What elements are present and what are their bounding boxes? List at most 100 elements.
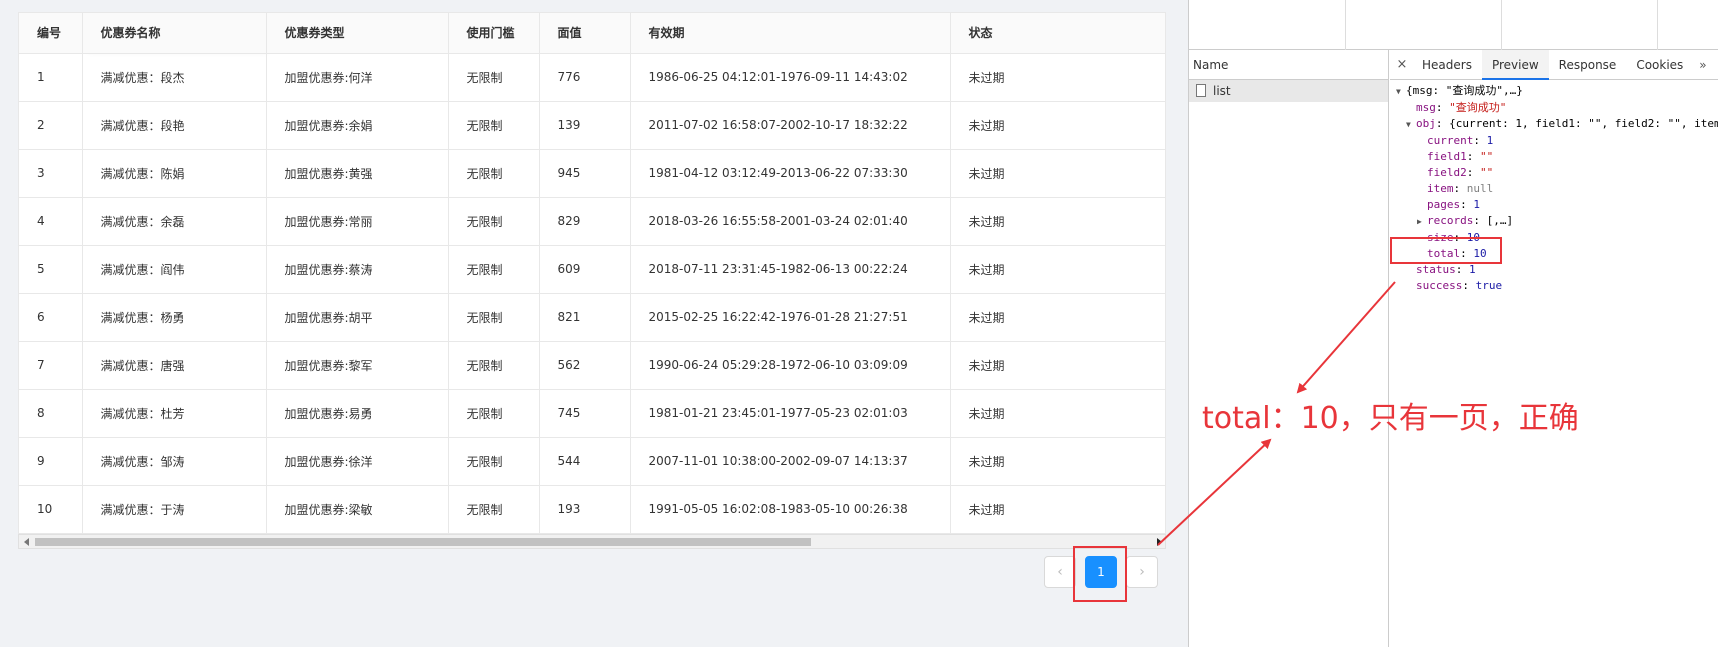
cell-threshold: 无限制 — [448, 293, 540, 342]
table-row[interactable]: 1 满减优惠：段杰 加盟优惠券:何洋 无限制 776 1986-06-25 04:12:0… — [19, 53, 1165, 102]
cell-coupon-name: 满减优惠：邹涛 — [82, 437, 267, 486]
table-row[interactable]: 8 满减优惠：杜芳 加盟优惠券:易勇 无限制 745 1981-01-21 23:45:0… — [19, 389, 1165, 438]
request-detail: × Headers Preview Response Cookies » ▼ {m… — [1390, 49, 1718, 647]
cell-coupon-type: 加盟优惠券:余娟 — [266, 101, 449, 150]
cell-threshold: 无限制 — [448, 341, 540, 390]
table-row[interactable]: 7 满减优惠：唐强 加盟优惠券:黎军 无限制 562 1990-06-24 05:29:2… — [19, 341, 1165, 390]
cell-validity: 1981-01-21 23:45:01-1977-05-23 02:01:03 — [630, 389, 951, 438]
cell-coupon-name: 满减优惠：余磊 — [82, 197, 267, 246]
cell-face-value: 745 — [539, 389, 631, 438]
table-header-row: 编号 优惠券名称 优惠券类型 使用门槛 面值 有效期 状态 — [19, 13, 1165, 54]
request-list: Name list — [1189, 50, 1389, 647]
header-validity: 有效期 — [630, 13, 951, 54]
cell-face-value: 609 — [539, 245, 631, 294]
cell-coupon-type: 加盟优惠券:易勇 — [266, 389, 449, 438]
cell-validity: 2018-03-26 16:55:58-2001-03-24 02:01:40 — [630, 197, 951, 246]
cell-status: 未过期 — [950, 53, 1165, 102]
pagination-highlight-box — [1073, 546, 1127, 602]
cell-id: 6 — [19, 293, 83, 342]
scrollbar-thumb[interactable] — [35, 538, 811, 546]
cell-face-value: 821 — [539, 293, 631, 342]
cell-coupon-type: 加盟优惠券:黎军 — [266, 341, 449, 390]
json-field1-line: field1: "" — [1427, 150, 1494, 163]
cell-threshold: 无限制 — [448, 485, 540, 534]
header-coupon-name: 优惠券名称 — [82, 13, 267, 54]
devtools-panel: Name list × Headers Preview Response Coo… — [1188, 0, 1718, 647]
cell-validity: 2011-07-02 16:58:07-2002-10-17 18:32:22 — [630, 101, 951, 150]
next-page-button[interactable]: › — [1126, 556, 1158, 588]
cell-threshold: 无限制 — [448, 245, 540, 294]
cell-coupon-name: 满减优惠：杨勇 — [82, 293, 267, 342]
cell-threshold: 无限制 — [448, 53, 540, 102]
coupon-list-panel: 编号 优惠券名称 优惠券类型 使用门槛 面值 有效期 状态 1 满减优惠：段杰 加盟… — [0, 0, 1188, 647]
cell-threshold: 无限制 — [448, 101, 540, 150]
scroll-right-icon[interactable] — [1157, 538, 1162, 546]
cell-face-value: 193 — [539, 485, 631, 534]
cell-status: 未过期 — [950, 389, 1165, 438]
more-tabs-icon[interactable]: » — [1693, 58, 1712, 72]
cell-coupon-name: 满减优惠：唐强 — [82, 341, 267, 390]
cell-threshold: 无限制 — [448, 197, 540, 246]
cell-id: 10 — [19, 485, 83, 534]
cell-id: 4 — [19, 197, 83, 246]
cell-coupon-type: 加盟优惠券:梁敏 — [266, 485, 449, 534]
cell-id: 5 — [19, 245, 83, 294]
tab-cookies[interactable]: Cookies — [1626, 50, 1693, 80]
json-current-line: current: 1 — [1427, 134, 1494, 147]
coupon-table: 编号 优惠券名称 优惠券类型 使用门槛 面值 有效期 状态 1 满减优惠：段杰 加盟… — [18, 12, 1166, 549]
header-threshold: 使用门槛 — [448, 13, 540, 54]
cell-validity: 1986-06-25 04:12:01-1976-09-11 14:43:02 — [630, 53, 951, 102]
table-row[interactable]: 4 满减优惠：余磊 加盟优惠券:常丽 无限制 829 2018-03-26 16:55:5… — [19, 197, 1165, 246]
prev-page-button[interactable]: ‹ — [1044, 556, 1076, 588]
cell-id: 9 — [19, 437, 83, 486]
json-success-line: success: true — [1416, 279, 1503, 292]
name-column-header[interactable]: Name — [1189, 50, 1388, 80]
close-icon[interactable]: × — [1392, 57, 1412, 72]
json-obj-line[interactable]: ▼ obj: {current: 1, field1: "", field2: "… — [1390, 116, 1718, 133]
cell-coupon-type: 加盟优惠券:何洋 — [266, 53, 449, 102]
cell-id: 1 — [19, 53, 83, 102]
cell-validity: 2015-02-25 16:22:42-1976-01-28 21:27:51 — [630, 293, 951, 342]
request-row-list[interactable]: list — [1189, 80, 1388, 102]
table-row[interactable]: 2 满减优惠：段艳 加盟优惠券:余娟 无限制 139 2011-07-02 16:58:0… — [19, 101, 1165, 150]
table-row[interactable]: 6 满减优惠：杨勇 加盟优惠券:胡平 无限制 821 2015-02-25 16:22:4… — [19, 293, 1165, 342]
cell-face-value: 139 — [539, 101, 631, 150]
tab-preview[interactable]: Preview — [1481, 49, 1549, 80]
cell-face-value: 945 — [539, 149, 631, 198]
cell-status: 未过期 — [950, 149, 1165, 198]
total-highlight-box — [1390, 237, 1502, 264]
json-root-line[interactable]: ▼ {msg: "查询成功",…} — [1390, 83, 1718, 100]
json-item-line: item: null — [1427, 182, 1494, 195]
json-pages-line: pages: 1 — [1427, 198, 1480, 211]
cell-validity: 1990-06-24 05:29:28-1972-06-10 03:09:09 — [630, 341, 951, 390]
json-field2-line: field2: "" — [1427, 166, 1494, 179]
table-row[interactable]: 10 满减优惠：于涛 加盟优惠券:梁敏 无限制 193 1991-05-05 16:02:… — [19, 485, 1165, 534]
cell-status: 未过期 — [950, 245, 1165, 294]
table-row[interactable]: 3 满减优惠：陈娟 加盟优惠券:黄强 无限制 945 1981-04-12 03:12:4… — [19, 149, 1165, 198]
json-msg-line: msg: "查询成功" — [1416, 101, 1507, 114]
header-coupon-type: 优惠券类型 — [266, 13, 449, 54]
expand-down-icon[interactable]: ▼ — [1406, 117, 1416, 133]
table-row[interactable]: 9 满减优惠：邹涛 加盟优惠券:徐洋 无限制 544 2007-11-01 10:38:0… — [19, 437, 1165, 486]
horizontal-scrollbar[interactable] — [18, 534, 1166, 549]
json-records-line[interactable]: ▶ records: [,…] — [1390, 213, 1718, 230]
cell-status: 未过期 — [950, 293, 1165, 342]
header-status: 状态 — [950, 13, 1165, 54]
scroll-left-icon[interactable] — [24, 538, 29, 546]
cell-status: 未过期 — [950, 437, 1165, 486]
cell-face-value: 776 — [539, 53, 631, 102]
expand-right-icon[interactable]: ▶ — [1417, 214, 1427, 230]
detail-tabs: × Headers Preview Response Cookies » — [1390, 49, 1718, 80]
cell-id: 2 — [19, 101, 83, 150]
cell-threshold: 无限制 — [448, 149, 540, 198]
tab-response[interactable]: Response — [1549, 50, 1627, 80]
expand-down-icon[interactable]: ▼ — [1396, 84, 1406, 100]
cell-status: 未过期 — [950, 101, 1165, 150]
cell-face-value: 829 — [539, 197, 631, 246]
cell-coupon-name: 满减优惠：杜芳 — [82, 389, 267, 438]
cell-coupon-type: 加盟优惠券:黄强 — [266, 149, 449, 198]
tab-headers[interactable]: Headers — [1412, 50, 1482, 80]
cell-validity: 1981-04-12 03:12:49-2013-06-22 07:33:30 — [630, 149, 951, 198]
table-row[interactable]: 5 满减优惠：阎伟 加盟优惠券:蔡涛 无限制 609 2018-07-11 23:31:4… — [19, 245, 1165, 294]
annotation-text: total：10，只有一页，正确 — [1202, 401, 1579, 436]
